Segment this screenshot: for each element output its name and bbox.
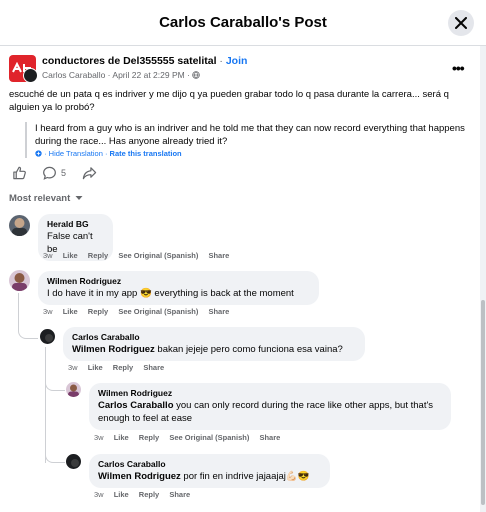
comment-author[interactable]: Carlos Caraballo xyxy=(98,459,321,470)
avatar[interactable] xyxy=(66,382,81,397)
separator: · xyxy=(184,70,193,80)
comment-actions: 3w Like Reply See Original (Spanish) Sha… xyxy=(43,307,237,316)
avatar[interactable] xyxy=(66,454,81,469)
post-text: escuché de un pata q es indriver y me di… xyxy=(9,89,449,113)
thread-line xyxy=(45,383,65,391)
comment-actions: 3w Like Reply Share xyxy=(68,363,172,372)
reply-button[interactable]: Reply xyxy=(139,433,159,442)
like-button[interactable]: Like xyxy=(63,307,78,316)
avatar[interactable] xyxy=(9,270,30,291)
separator: · xyxy=(216,55,226,67)
comment-bubble: Wilmen Rodriguez I do have it in my app … xyxy=(38,271,319,305)
share-icon[interactable] xyxy=(82,165,97,181)
mention-link[interactable]: Carlos Caraballo xyxy=(98,400,174,411)
reply-button[interactable]: Reply xyxy=(113,363,133,372)
see-original-button[interactable]: See Original (Spanish) xyxy=(169,433,249,442)
like-button[interactable]: Like xyxy=(63,251,78,260)
see-original-button[interactable]: See Original (Spanish) xyxy=(118,307,198,316)
thread-line xyxy=(45,347,46,463)
translation-links: · Hide Translation · Rate this translati… xyxy=(35,149,475,158)
post-author-link[interactable]: Carlos Caraballo xyxy=(42,70,105,80)
translate-icon xyxy=(35,150,42,157)
translation-text: I heard from a guy who is an indriver an… xyxy=(35,123,465,147)
group-name-link[interactable]: conductores de Del355555 satelital xyxy=(42,55,217,67)
comment-text: Wilmen Rodriguez bakan jejeje pero como … xyxy=(72,343,356,356)
see-original-button[interactable]: See Original (Spanish) xyxy=(118,251,198,260)
sort-dropdown[interactable]: Most relevant xyxy=(9,193,83,204)
reply-bubble: Carlos Caraballo Wilmen Rodriguez bakan … xyxy=(63,327,365,361)
comment-text: I do have it in my app 😎 everything is b… xyxy=(47,288,294,299)
comment-author[interactable]: Wilmen Rodriguez xyxy=(47,276,310,287)
share-button[interactable]: Share xyxy=(143,363,164,372)
close-button[interactable] xyxy=(448,10,474,36)
thread-line xyxy=(45,455,65,463)
comment-time[interactable]: 3w xyxy=(94,490,104,499)
like-button[interactable]: Like xyxy=(114,433,129,442)
mention-link[interactable]: Wilmen Rodriguez xyxy=(72,344,155,355)
sort-label: Most relevant xyxy=(9,193,71,204)
like-icon[interactable] xyxy=(12,165,27,181)
post-date[interactable]: April 22 at 2:29 PM xyxy=(112,70,184,80)
comment-actions: 3w Like Reply See Original (Spanish) Sha… xyxy=(43,251,237,260)
separator: · xyxy=(102,149,110,158)
rate-translation-link[interactable]: Rate this translation xyxy=(110,149,182,158)
comment-text: Wilmen Rodriguez por fin en indrive jaja… xyxy=(98,470,321,483)
comment-body: bakan jejeje pero como funciona esa vain… xyxy=(154,344,343,355)
dialog-title: Carlos Caraballo's Post xyxy=(159,14,327,31)
thread-line xyxy=(18,293,19,327)
post-group-name: conductores de Del355555 satelital · Joi… xyxy=(42,55,247,67)
share-button[interactable]: Share xyxy=(169,490,190,499)
comment-time[interactable]: 3w xyxy=(43,251,53,260)
like-button[interactable]: Like xyxy=(114,490,129,499)
comment-actions: 3w Like Reply See Original (Spanish) Sha… xyxy=(94,433,288,442)
post-meta: Carlos Caraballo · April 22 at 2:29 PM · xyxy=(42,70,201,80)
like-button[interactable]: Like xyxy=(88,363,103,372)
author-avatar[interactable] xyxy=(23,68,38,83)
comment-time[interactable]: 3w xyxy=(94,433,104,442)
comment-time[interactable]: 3w xyxy=(43,307,53,316)
share-button[interactable]: Share xyxy=(208,307,229,316)
reply-bubble: Carlos Caraballo Wilmen Rodriguez por fi… xyxy=(89,454,330,488)
comment-actions: 3w Like Reply Share xyxy=(94,490,198,499)
comment-text: Carlos Caraballo you can only record dur… xyxy=(98,399,442,425)
comment-author[interactable]: Herald BG xyxy=(47,219,104,230)
chevron-down-icon xyxy=(75,196,83,200)
more-options-icon[interactable]: ••• xyxy=(452,60,465,76)
comment-author[interactable]: Carlos Caraballo xyxy=(72,332,356,343)
share-button[interactable]: Share xyxy=(208,251,229,260)
translation-box: I heard from a guy who is an indriver an… xyxy=(25,122,475,158)
comment-count: 5 xyxy=(61,168,67,178)
comment-author[interactable]: Wilmen Rodriguez xyxy=(98,388,442,399)
join-link[interactable]: Join xyxy=(226,55,248,67)
reply-bubble: Wilmen Rodriguez Carlos Caraballo you ca… xyxy=(89,383,451,430)
reply-button[interactable]: Reply xyxy=(88,251,108,260)
dialog-header: Carlos Caraballo's Post xyxy=(0,0,486,46)
comment-icon[interactable] xyxy=(42,165,57,181)
reply-button[interactable]: Reply xyxy=(139,490,159,499)
share-button[interactable]: Share xyxy=(259,433,280,442)
comment-time[interactable]: 3w xyxy=(68,363,78,372)
comment-body: por fin en indrive jajaajaj💪🏻😎 xyxy=(180,471,310,482)
mention-link[interactable]: Wilmen Rodriguez xyxy=(98,471,181,482)
scrollbar-thumb[interactable] xyxy=(481,300,485,505)
avatar[interactable] xyxy=(9,215,30,236)
hide-translation-link[interactable]: · Hide Translation xyxy=(44,149,103,158)
avatar[interactable] xyxy=(40,329,55,344)
close-icon xyxy=(455,17,467,29)
globe-icon xyxy=(192,71,201,79)
reply-button[interactable]: Reply xyxy=(88,307,108,316)
thread-line xyxy=(18,327,38,339)
